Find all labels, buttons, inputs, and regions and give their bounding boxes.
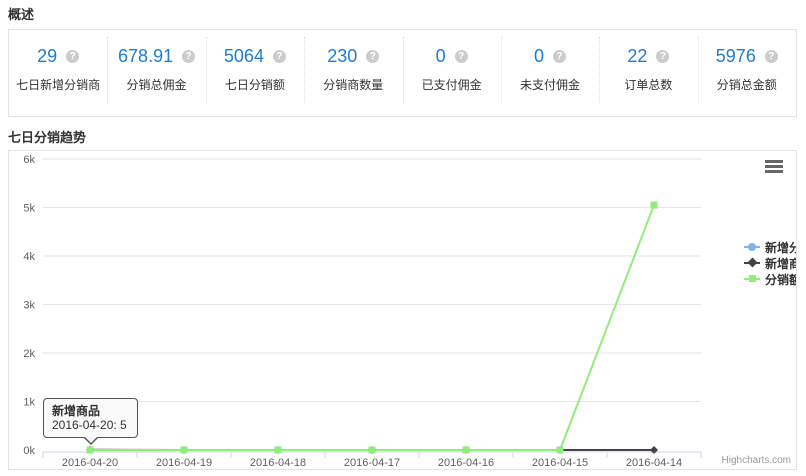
help-icon[interactable]: ?	[553, 50, 566, 63]
y-axis-tick-label: 4k	[23, 251, 35, 263]
help-icon[interactable]: ?	[656, 50, 669, 63]
stat-card-unpaid-commission: 0 ? 未支付佣金	[501, 30, 599, 116]
data-point-marker[interactable]	[651, 202, 658, 209]
stat-value: 5064	[224, 46, 264, 67]
series-line	[90, 205, 654, 450]
y-axis-tick-label: 6k	[23, 154, 35, 166]
y-axis-tick-label: 0k	[23, 445, 35, 457]
data-point-marker[interactable]	[87, 447, 94, 454]
data-point-marker[interactable]	[181, 447, 188, 454]
legend-label: 新增商品	[765, 255, 797, 272]
legend-marker-circle-icon	[744, 239, 760, 255]
hamburger-bar	[765, 170, 783, 173]
chart-legend: 新增分销商 新增商品 分销额	[744, 239, 797, 287]
help-icon[interactable]: ?	[366, 50, 379, 63]
legend-marker-diamond-icon	[744, 255, 760, 271]
stat-label: 七日分销额	[206, 76, 304, 93]
stat-value: 29	[37, 46, 57, 67]
x-axis-tick-label: 2016-04-18	[250, 457, 306, 469]
stat-value: 0	[534, 46, 544, 67]
stat-label: 分销商数量	[304, 76, 402, 93]
x-axis-tick-label: 2016-04-17	[344, 457, 400, 469]
help-icon[interactable]: ?	[765, 50, 778, 63]
stat-value: 0	[436, 46, 446, 67]
highcharts-credit[interactable]: Highcharts.com	[722, 455, 791, 466]
y-axis-tick-label: 3k	[23, 300, 35, 312]
help-icon[interactable]: ?	[273, 50, 286, 63]
stat-label: 分销总佣金	[107, 76, 205, 93]
stat-label: 七日新增分销商	[9, 76, 107, 93]
stat-label: 未支付佣金	[501, 76, 599, 93]
stat-card-new-distributors-7d: 29 ? 七日新增分销商	[9, 30, 107, 116]
y-axis-tick-label: 1k	[23, 397, 35, 409]
chart-tooltip: 新增商品 2016-04-20: 5	[43, 398, 138, 438]
data-point-marker[interactable]	[275, 447, 282, 454]
stat-value: 5976	[716, 46, 756, 67]
legend-item-new-products[interactable]: 新增商品	[744, 255, 797, 271]
stat-card-paid-commission: 0 ? 已支付佣金	[403, 30, 501, 116]
help-icon[interactable]: ?	[182, 50, 195, 63]
x-axis-tick-label: 2016-04-16	[438, 457, 494, 469]
stat-label: 订单总数	[599, 76, 697, 93]
data-point-marker[interactable]	[369, 447, 376, 454]
hamburger-bar	[765, 160, 783, 163]
y-axis-tick-label: 2k	[23, 348, 35, 360]
trend-section-title: 七日分销趋势	[8, 127, 86, 146]
stat-card-total-amount: 5976 ? 分销总金额	[698, 30, 796, 116]
y-axis-tick-label: 5k	[23, 203, 35, 215]
stat-value: 22	[627, 46, 647, 67]
tooltip-value: 2016-04-20: 5	[52, 418, 129, 432]
legend-label: 分销额	[765, 271, 797, 288]
x-axis-tick-label: 2016-04-19	[156, 457, 212, 469]
legend-marker-square-icon	[744, 271, 760, 287]
legend-item-new-distributors[interactable]: 新增分销商	[744, 239, 797, 255]
stat-value: 678.91	[118, 46, 173, 67]
stat-value: 230	[327, 46, 357, 67]
stat-card-distributor-count: 230 ? 分销商数量	[304, 30, 402, 116]
overview-section-title: 概述	[8, 4, 34, 23]
hamburger-icon[interactable]	[764, 159, 784, 175]
help-icon[interactable]: ?	[455, 50, 468, 63]
overview-stat-cards: 29 ? 七日新增分销商 678.91 ? 分销总佣金 5064 ? 七日分销额…	[8, 29, 797, 117]
data-point-marker[interactable]	[557, 447, 564, 454]
stat-label: 已支付佣金	[403, 76, 501, 93]
stat-card-order-total: 22 ? 订单总数	[599, 30, 697, 116]
stat-card-total-commission: 678.91 ? 分销总佣金	[107, 30, 205, 116]
legend-label: 新增分销商	[765, 239, 797, 256]
hamburger-bar	[765, 165, 783, 168]
x-axis-tick-label: 2016-04-15	[532, 457, 588, 469]
stat-label: 分销总金额	[698, 76, 796, 93]
trend-chart[interactable]: 0k 1k 2k 3k 4k 5k 6k 2016-04-20 2016-04-19 2016-0…	[8, 150, 797, 470]
data-point-marker[interactable]	[650, 446, 658, 454]
data-point-marker[interactable]	[463, 447, 470, 454]
x-axis-tick-label: 2016-04-14	[626, 457, 682, 469]
legend-item-sales-amount[interactable]: 分销额	[744, 271, 797, 287]
x-axis-tick-label: 2016-04-20	[62, 457, 118, 469]
stat-card-sales-7d: 5064 ? 七日分销额	[206, 30, 304, 116]
help-icon[interactable]: ?	[66, 50, 79, 63]
tooltip-series-name: 新增商品	[52, 404, 129, 418]
